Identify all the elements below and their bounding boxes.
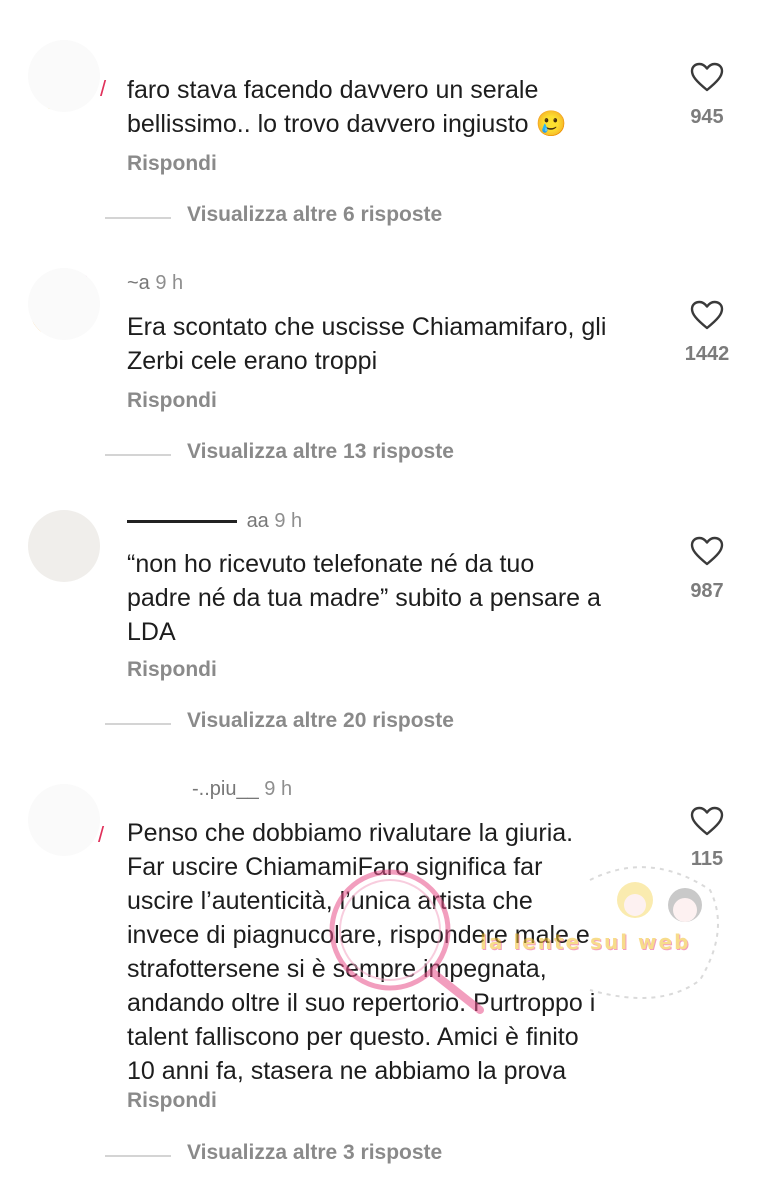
divider-line [105,723,171,725]
comment-text: “non ho ricevuto telefonate né da tuo pa… [127,550,601,646]
comment-text: faro stava facendo davvero un serale bel… [127,76,567,138]
reply-button[interactable]: Rispondi [127,389,217,413]
avatar[interactable] [28,268,100,340]
heart-icon[interactable] [690,806,724,836]
view-more-replies-label: Visualizza altre 3 risposte [187,1141,443,1164]
comment-time: 9 h [274,510,303,532]
avatar[interactable] [28,40,100,112]
comment-time: 9 h [264,778,293,800]
comment-text: Era scontato che uscisse Chiamamifaro, g… [127,313,607,375]
comment-3: aa 9 h “non ho ricevuto telefonate né da… [0,500,761,755]
divider-line [105,1155,171,1157]
redaction-bar [127,520,237,524]
divider-line [105,217,171,219]
like-count: 945 [690,106,724,128]
comment-time: 9 h [155,272,184,294]
username-text: ~a [127,272,150,294]
heart-icon[interactable] [690,536,724,566]
view-more-replies-label: Visualizza altre 20 risposte [187,709,454,732]
view-more-replies-label: Visualizza altre 13 risposte [187,440,454,463]
divider-line [105,454,171,456]
comment-2: ~a 9 h Era scontato che uscisse Chiamami… [0,250,761,500]
heart-icon[interactable] [690,300,724,330]
username[interactable]: aa 9 h [127,510,302,533]
comment-4: / -..piu__ 9 h Penso che dobbiamo rivalu… [0,760,761,1200]
like-count: 987 [690,580,724,602]
like-count: 1442 [684,343,730,365]
badge-mark: / [100,76,107,101]
view-more-replies-label: Visualizza altre 6 risposte [187,203,443,226]
username-text: aa [246,510,269,532]
reply-button[interactable]: Rispondi [127,1089,217,1113]
heart-icon[interactable] [690,62,724,92]
avatar[interactable] [28,784,100,856]
comment-text: Penso che dobbiamo rivalutare la giuria.… [127,819,596,1085]
badge-mark: / [98,822,105,847]
reply-button[interactable]: Rispondi [127,152,217,176]
reply-button[interactable]: Rispondi [127,658,217,682]
username[interactable]: -..piu__ 9 h [192,778,292,801]
username[interactable]: ~a 9 h [127,272,183,295]
avatar[interactable] [28,510,100,582]
username-text: -..piu__ [192,778,259,800]
like-count: 115 [690,848,724,870]
comment-1: / faro stava facendo davvero un serale b… [0,0,761,250]
